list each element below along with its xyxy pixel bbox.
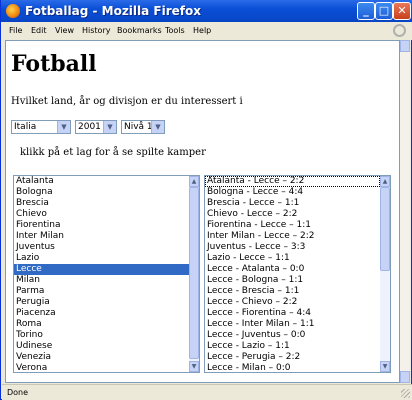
scroll-thumb[interactable] xyxy=(380,187,390,271)
page-scrollbar[interactable] xyxy=(400,40,410,383)
match-list-item[interactable]: Lecce - Chievo – 2:2 xyxy=(205,297,380,308)
match-list-item[interactable]: Lecce - Milan – 0:0 xyxy=(205,363,380,372)
scroll-down-icon[interactable]: ▼ xyxy=(380,361,390,372)
match-list-item[interactable]: Juventus - Lecce – 3:3 xyxy=(205,242,380,253)
browser-window: Fotballag - Mozilla Firefox _ □ ✕ File E… xyxy=(0,0,412,400)
team-list-item[interactable]: Lecce xyxy=(14,264,189,275)
team-list-item[interactable]: Piacenza xyxy=(14,308,189,319)
question-text: Hvilket land, år og divisjon er du inter… xyxy=(11,96,243,107)
hint-text: klikk på et lag for å se spilte kamper xyxy=(20,147,206,158)
match-list-item[interactable]: Inter Milan - Lecce – 2:2 xyxy=(205,231,380,242)
match-list-item[interactable]: Lecce - Bologna – 1:1 xyxy=(205,275,380,286)
match-list-item[interactable]: Lecce - Lazio – 1:1 xyxy=(205,341,380,352)
title-bar[interactable]: Fotballag - Mozilla Firefox _ □ ✕ xyxy=(1,0,412,22)
team-list-item[interactable]: Inter Milan xyxy=(14,231,189,242)
match-list-scrollbar[interactable]: ▲ ▼ xyxy=(380,176,390,372)
window-title: Fotballag - Mozilla Firefox xyxy=(25,4,201,18)
match-list-item[interactable]: Lecce - Perugia – 2:2 xyxy=(205,352,380,363)
scroll-thumb[interactable] xyxy=(189,187,199,359)
team-list-item[interactable]: Juventus xyxy=(14,242,189,253)
match-list-item[interactable]: Lecce - Juventus – 0:0 xyxy=(205,330,380,341)
scroll-up-icon[interactable] xyxy=(400,40,410,52)
scroll-up-icon[interactable]: ▲ xyxy=(380,176,390,187)
page-content: Fotball Hvilket land, år og divisjon er … xyxy=(5,40,400,383)
chevron-down-icon[interactable]: ▼ xyxy=(57,121,70,133)
menu-view[interactable]: View xyxy=(55,26,74,35)
resize-grip[interactable] xyxy=(401,389,410,398)
status-text: Done xyxy=(7,388,29,397)
menu-bar: File Edit View History Bookmarks Tools H… xyxy=(2,22,412,40)
match-list[interactable]: Atalanta - Lecce – 2:2 Bologna - Lecce – … xyxy=(204,175,391,373)
team-list-item[interactable]: Roma xyxy=(14,319,189,330)
match-list-item[interactable]: Bologna - Lecce – 4:4 xyxy=(205,187,380,198)
team-list[interactable]: Atalanta Bologna Brescia Chievo Fiorentina In… xyxy=(13,175,200,373)
menu-bookmarks[interactable]: Bookmarks xyxy=(117,26,162,35)
level-value: Nivå 1 xyxy=(124,122,153,132)
year-value: 2001 xyxy=(78,122,101,132)
team-list-item[interactable]: Perugia xyxy=(14,297,189,308)
menu-edit[interactable]: Edit xyxy=(31,26,47,35)
team-list-item[interactable]: Venezia xyxy=(14,352,189,363)
match-list-item[interactable]: Lecce - Fiorentina – 4:4 xyxy=(205,308,380,319)
maximize-button[interactable]: □ xyxy=(375,2,393,20)
chevron-down-icon[interactable]: ▼ xyxy=(103,121,116,133)
match-list-item[interactable]: Lecce - Inter Milan – 1:1 xyxy=(205,319,380,330)
team-list-item[interactable]: Udinese xyxy=(14,341,189,352)
match-list-item[interactable]: Atalanta - Lecce – 2:2 xyxy=(205,176,380,187)
menu-history[interactable]: History xyxy=(82,26,110,35)
team-list-item[interactable]: Brescia xyxy=(14,198,189,209)
team-list-item[interactable]: Fiorentina xyxy=(14,220,189,231)
match-list-item[interactable]: Lecce - Atalanta – 0:0 xyxy=(205,264,380,275)
team-list-item[interactable]: Lazio xyxy=(14,253,189,264)
match-list-item[interactable]: Lecce - Brescia – 1:1 xyxy=(205,286,380,297)
team-list-item[interactable]: Bologna xyxy=(14,187,189,198)
match-list-item[interactable]: Fiorentina - Lecce – 1:1 xyxy=(205,220,380,231)
chevron-down-icon[interactable]: ▼ xyxy=(151,121,164,133)
scroll-down-icon[interactable]: ▼ xyxy=(189,361,199,372)
country-value: Italia xyxy=(14,122,37,132)
team-list-item[interactable]: Atalanta xyxy=(14,176,189,187)
menu-tools[interactable]: Tools xyxy=(165,26,185,35)
minimize-button[interactable]: _ xyxy=(357,2,375,20)
menu-help[interactable]: Help xyxy=(193,26,211,35)
scroll-up-icon[interactable]: ▲ xyxy=(189,176,199,187)
team-list-item[interactable]: Torino xyxy=(14,330,189,341)
team-list-item[interactable]: Verona xyxy=(14,363,189,372)
team-list-item[interactable]: Milan xyxy=(14,275,189,286)
team-list-item[interactable]: Parma xyxy=(14,286,189,297)
scroll-down-icon[interactable] xyxy=(400,371,410,383)
menu-file[interactable]: File xyxy=(9,26,22,35)
match-list-item[interactable]: Lazio - Lecce – 1:1 xyxy=(205,253,380,264)
country-select[interactable]: Italia ▼ xyxy=(11,120,71,134)
close-button[interactable]: ✕ xyxy=(393,2,411,20)
match-list-item[interactable]: Brescia - Lecce – 1:1 xyxy=(205,198,380,209)
team-list-item[interactable]: Chievo xyxy=(14,209,189,220)
firefox-icon xyxy=(6,4,20,18)
throbber-icon xyxy=(393,24,406,37)
status-bar: Done xyxy=(2,384,412,400)
match-list-item[interactable]: Chievo - Lecce – 2:2 xyxy=(205,209,380,220)
team-list-scrollbar[interactable]: ▲ ▼ xyxy=(189,176,199,372)
year-select[interactable]: 2001 ▼ xyxy=(75,120,117,134)
level-select[interactable]: Nivå 1 ▼ xyxy=(121,120,165,134)
page-heading: Fotball xyxy=(11,51,97,77)
